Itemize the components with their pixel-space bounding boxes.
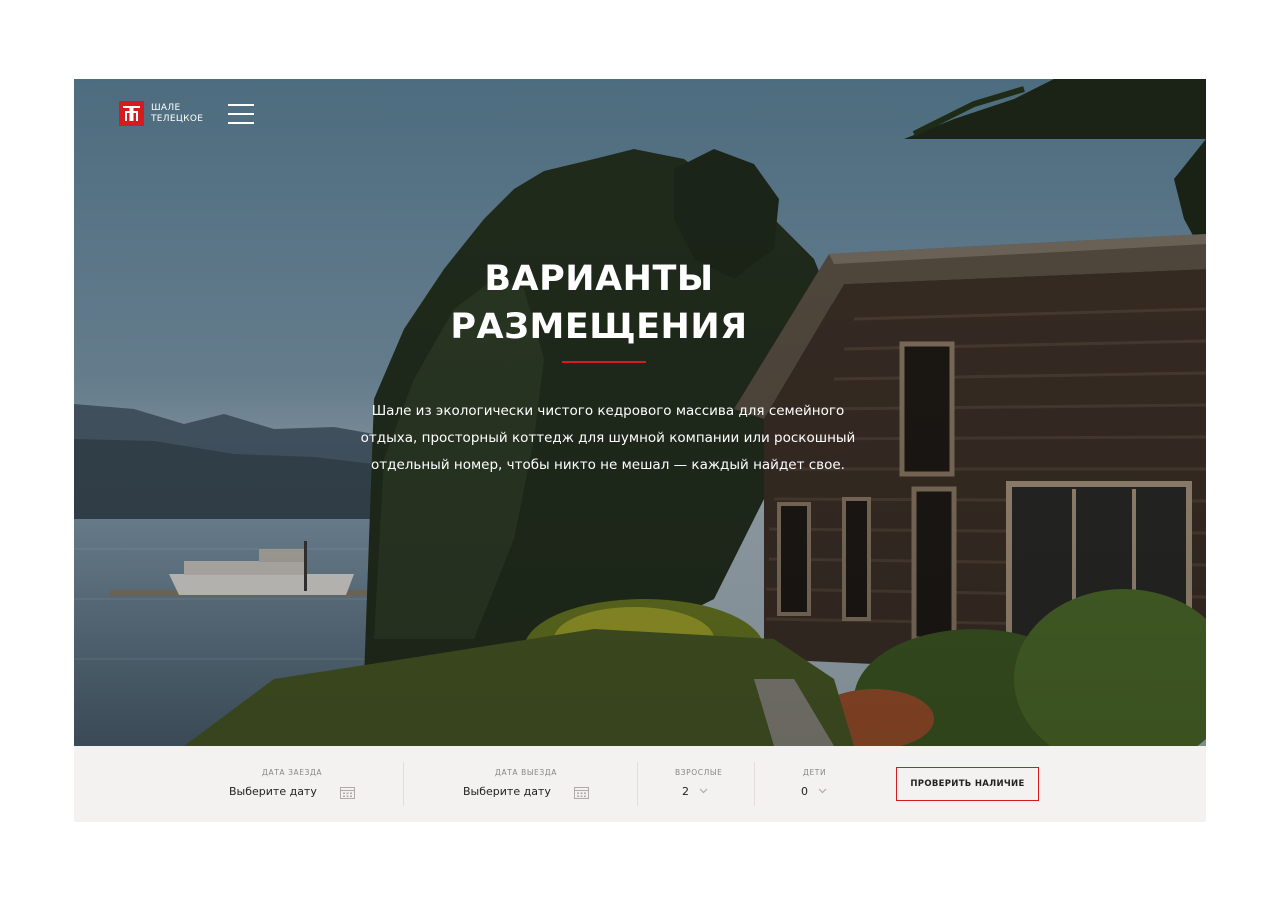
booking-bar: ДАТА ЗАЕЗДА Выберите дату ДАТА ВЫЕЗДА Вы…	[74, 746, 1206, 822]
title-underline	[562, 361, 646, 363]
children-label: ДЕТИ	[803, 768, 827, 777]
field-divider	[637, 762, 638, 806]
children-value[interactable]: 0	[801, 785, 808, 798]
chevron-down-icon[interactable]	[699, 788, 708, 794]
logo-mark-icon	[119, 101, 144, 126]
checkout-date-field[interactable]: ДАТА ВЫЕЗДА Выберите дату	[459, 746, 629, 822]
page-frame: ШАЛЕ ТЕЛЕЦКОЕ ВАРИАНТЫ РАЗМЕЩЕНИЯ Шале и…	[74, 79, 1206, 822]
children-select[interactable]: ДЕТИ 0	[789, 746, 849, 822]
hero-description: Шале из экологически чистого кедрового м…	[360, 403, 856, 473]
hamburger-menu-icon[interactable]	[228, 104, 254, 124]
checkout-label: ДАТА ВЫЕЗДА	[495, 768, 557, 777]
brand-logo[interactable]: ШАЛЕ ТЕЛЕЦКОЕ	[119, 101, 203, 126]
field-divider	[403, 762, 404, 806]
page-title: ВАРИАНТЫ РАЗМЕЩЕНИЯ	[374, 255, 824, 351]
page-title-line-2: РАЗМЕЩЕНИЯ	[450, 307, 748, 347]
adults-select[interactable]: ВЗРОСЛЫЕ 2	[664, 746, 744, 822]
logo-text: ШАЛЕ ТЕЛЕЦКОЕ	[151, 103, 203, 125]
page-title-line-1: ВАРИАНТЫ	[484, 259, 714, 299]
checkin-label: ДАТА ЗАЕЗДА	[262, 768, 323, 777]
calendar-icon[interactable]	[340, 786, 355, 799]
hero-section: ШАЛЕ ТЕЛЕЦКОЕ ВАРИАНТЫ РАЗМЕЩЕНИЯ Шале и…	[74, 79, 1206, 746]
checkin-date-field[interactable]: ДАТА ЗАЕЗДА Выберите дату	[224, 746, 394, 822]
adults-value[interactable]: 2	[682, 785, 689, 798]
calendar-icon[interactable]	[574, 786, 589, 799]
checkin-value[interactable]: Выберите дату	[229, 785, 317, 798]
adults-label: ВЗРОСЛЫЕ	[675, 768, 723, 777]
checkout-value[interactable]: Выберите дату	[463, 785, 551, 798]
logo-line-1: ШАЛЕ	[151, 102, 181, 113]
field-divider	[754, 762, 755, 806]
check-availability-button[interactable]: ПРОВЕРИТЬ НАЛИЧИЕ	[896, 767, 1039, 801]
chevron-down-icon[interactable]	[818, 788, 827, 794]
logo-line-2: ТЕЛЕЦКОЕ	[151, 113, 204, 124]
